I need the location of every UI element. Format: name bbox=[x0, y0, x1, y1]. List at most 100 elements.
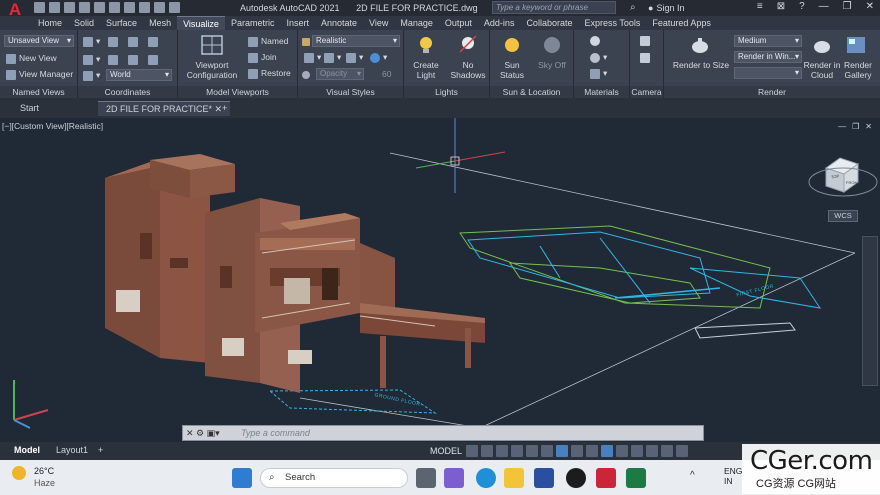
annotation-scale-icon[interactable] bbox=[646, 445, 658, 457]
snap-icon[interactable] bbox=[481, 445, 493, 457]
tab-express-tools[interactable]: Express Tools bbox=[578, 16, 646, 30]
view-manager-button[interactable]: View Manager bbox=[6, 69, 73, 80]
tab-manage[interactable]: Manage bbox=[394, 16, 439, 30]
ucs-dropdown[interactable]: World bbox=[106, 69, 172, 81]
named-viewports-button[interactable]: Named bbox=[248, 36, 288, 47]
render-quality-dropdown[interactable]: Medium bbox=[734, 35, 802, 47]
tab-solid[interactable]: Solid bbox=[68, 16, 100, 30]
sun-status-button[interactable]: Sun Status bbox=[492, 60, 532, 80]
tab-home[interactable]: Home bbox=[32, 16, 68, 30]
tab-surface[interactable]: Surface bbox=[100, 16, 143, 30]
plot-icon[interactable] bbox=[109, 2, 120, 13]
redo-icon[interactable] bbox=[154, 2, 165, 13]
tab-view[interactable]: View bbox=[363, 16, 394, 30]
command-input[interactable]: Type a command bbox=[241, 428, 310, 438]
ucs-z-icon[interactable] bbox=[128, 54, 141, 65]
sign-in-button[interactable]: ● Sign In bbox=[648, 3, 684, 13]
command-line[interactable]: ✕ ⚙ ▣▾ Type a command bbox=[182, 425, 704, 441]
view-dropdown[interactable]: Unsaved View bbox=[4, 35, 74, 47]
dell-icon[interactable] bbox=[566, 468, 586, 488]
exchange-icon[interactable]: ⊠ bbox=[777, 1, 785, 12]
cart-icon[interactable]: ≡ bbox=[757, 1, 763, 12]
color-sphere-icon[interactable]: ▾ bbox=[370, 52, 387, 63]
autocad-taskbar-icon[interactable] bbox=[596, 468, 616, 488]
windows-start-icon[interactable] bbox=[232, 468, 252, 488]
tab-insert[interactable]: Insert bbox=[280, 16, 315, 30]
shadow-style-icon[interactable]: ▾ bbox=[346, 52, 363, 63]
tab-add-ins[interactable]: Add-ins bbox=[478, 16, 521, 30]
tab-annotate[interactable]: Annotate bbox=[315, 16, 363, 30]
selection-cycling-icon[interactable] bbox=[601, 445, 613, 457]
edge-style-icon[interactable]: ▾ bbox=[304, 52, 321, 63]
object-snap-icon[interactable] bbox=[556, 445, 568, 457]
viewport-label[interactable]: [−][Custom View][Realistic] bbox=[2, 121, 103, 131]
restore-icon[interactable]: ❐ bbox=[843, 1, 852, 12]
save-as-icon[interactable] bbox=[79, 2, 90, 13]
taskbar-search[interactable]: ⌕ Search bbox=[260, 468, 408, 488]
tab-start[interactable]: Start bbox=[12, 101, 47, 116]
help-icon[interactable]: ? bbox=[799, 1, 805, 12]
render-in-cloud-button[interactable]: Render in Cloud bbox=[802, 60, 842, 80]
ucs-view-icon[interactable] bbox=[148, 36, 161, 47]
customize-icon[interactable] bbox=[676, 445, 688, 457]
polar-icon[interactable] bbox=[511, 445, 523, 457]
3d-osnap-icon[interactable] bbox=[616, 445, 628, 457]
language-indicator[interactable]: ENG IN bbox=[724, 466, 742, 486]
teams-chat-icon[interactable] bbox=[444, 468, 464, 488]
keyword-search-input[interactable]: Type a keyword or phrase bbox=[492, 1, 616, 14]
create-light-button[interactable]: Create Light bbox=[406, 60, 446, 80]
render-gallery-button[interactable]: Render Gallery bbox=[840, 60, 876, 80]
ucs-3point-icon[interactable] bbox=[148, 54, 161, 65]
chevron-up-icon[interactable]: ^ bbox=[690, 470, 695, 481]
save-icon[interactable] bbox=[64, 2, 75, 13]
camera-icon[interactable] bbox=[640, 52, 653, 63]
ucs-icon[interactable]: ▾ bbox=[83, 36, 100, 47]
tab-parametric[interactable]: Parametric bbox=[225, 16, 281, 30]
minimize-icon[interactable]: — bbox=[819, 1, 829, 12]
dynamic-ucs-icon[interactable] bbox=[631, 445, 643, 457]
ucs-y-icon[interactable] bbox=[108, 54, 121, 65]
face-style-icon[interactable]: ▾ bbox=[324, 52, 341, 63]
search-icon[interactable]: ⌕ bbox=[630, 2, 636, 13]
print-icon[interactable] bbox=[94, 2, 105, 13]
new-file-icon[interactable] bbox=[34, 2, 45, 13]
workspace-icon[interactable] bbox=[169, 2, 180, 13]
materials-editor-icon[interactable]: ▾ bbox=[590, 52, 607, 63]
excel-icon[interactable] bbox=[626, 468, 646, 488]
render-preset-dropdown[interactable] bbox=[734, 67, 802, 79]
layout-tab-model[interactable]: Model bbox=[14, 445, 40, 455]
restore-viewports-button[interactable]: Restore bbox=[248, 68, 291, 79]
viewport-restore-icon[interactable]: ❐ bbox=[852, 122, 859, 131]
render-to-size-button[interactable]: Render to Size bbox=[668, 60, 734, 70]
weather-widget[interactable]: 26°C Haze bbox=[12, 466, 55, 488]
isodraft-icon[interactable] bbox=[526, 445, 538, 457]
model-space-button[interactable]: MODEL bbox=[428, 444, 464, 458]
open-file-icon[interactable] bbox=[49, 2, 60, 13]
viewport-minimize-icon[interactable]: — bbox=[838, 122, 846, 131]
command-line-close-icon[interactable]: ✕ ⚙ ▣▾ bbox=[186, 428, 220, 439]
navigation-bar[interactable] bbox=[862, 236, 878, 386]
viewport-close-icon[interactable]: ✕ bbox=[865, 122, 872, 131]
new-view-button[interactable]: New View bbox=[6, 53, 57, 64]
ortho-icon[interactable] bbox=[496, 445, 508, 457]
close-icon[interactable]: ✕ bbox=[866, 1, 874, 12]
wcs-menu[interactable]: WCS bbox=[828, 210, 858, 222]
ucs-named-icon[interactable]: ▾ bbox=[83, 70, 100, 81]
layout-tab-layout1[interactable]: Layout1 bbox=[56, 445, 88, 455]
tab-featured-apps[interactable]: Featured Apps bbox=[646, 16, 717, 30]
tab-visualize[interactable]: Visualize bbox=[177, 16, 225, 30]
add-layout-button[interactable]: + bbox=[98, 445, 103, 455]
grid-icon[interactable] bbox=[466, 445, 478, 457]
edge-browser-icon[interactable] bbox=[476, 468, 496, 488]
ucs-origin-icon[interactable] bbox=[128, 36, 141, 47]
share-icon[interactable] bbox=[124, 2, 135, 13]
undo-icon[interactable] bbox=[139, 2, 150, 13]
no-shadows-button[interactable]: No Shadows bbox=[448, 60, 488, 80]
render-in-dropdown[interactable]: Render in Win... bbox=[734, 51, 802, 63]
visual-style-dropdown[interactable]: Realistic bbox=[312, 35, 400, 47]
viewcube[interactable] bbox=[808, 157, 878, 197]
sky-off-button[interactable]: Sky Off bbox=[532, 60, 572, 70]
join-viewports-button[interactable]: Join bbox=[248, 52, 277, 63]
tab-mesh[interactable]: Mesh bbox=[143, 16, 177, 30]
object-snap-tracking-icon[interactable] bbox=[541, 445, 553, 457]
